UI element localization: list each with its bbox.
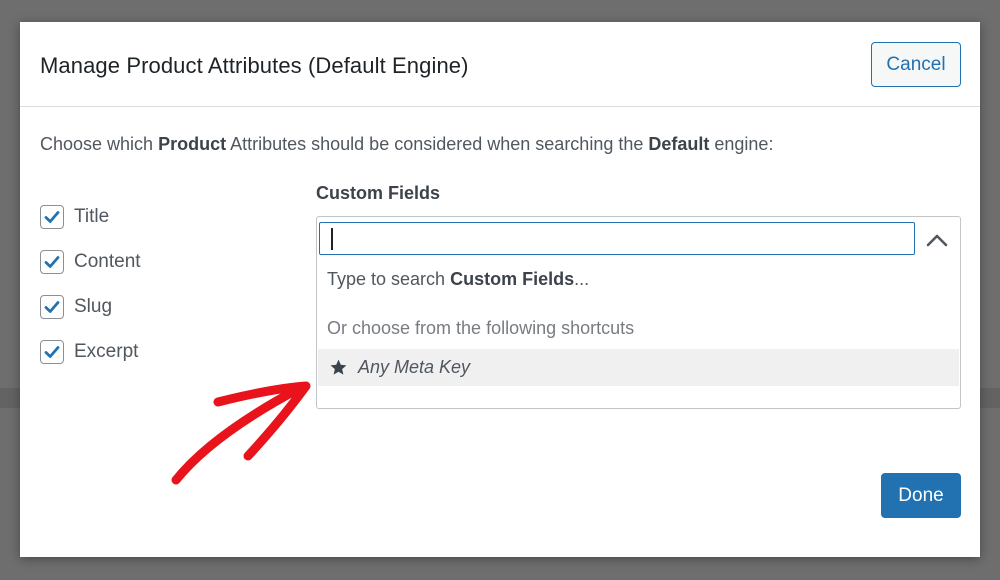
title-checkbox[interactable] <box>40 204 64 229</box>
modal-header: Manage Product Attributes (Default Engin… <box>20 22 980 107</box>
excerpt-checkbox[interactable] <box>40 339 64 364</box>
custom-fields-heading: Custom Fields <box>316 183 441 203</box>
cancel-button[interactable]: Cancel <box>871 42 961 87</box>
chevron-up-icon <box>926 234 948 247</box>
intro-suffix: engine: <box>709 134 774 154</box>
checkmark-icon <box>44 210 60 223</box>
modal-title: Manage Product Attributes (Default Engin… <box>40 53 469 78</box>
attribute-checkbox-list: Title Content Slug Excerpt <box>40 194 141 374</box>
intro-bold-default: Default <box>648 134 710 154</box>
attribute-content-option[interactable]: Content <box>40 239 141 284</box>
checkmark-icon <box>44 255 60 268</box>
search-hint: Type to search Custom Fields... <box>327 269 589 290</box>
hint-prefix: Type to search <box>327 269 451 289</box>
title-label: Title <box>74 205 110 227</box>
slug-checkbox[interactable] <box>40 294 64 319</box>
attribute-excerpt-option[interactable]: Excerpt <box>40 329 141 374</box>
content-checkbox[interactable] <box>40 249 64 274</box>
done-button[interactable]: Done <box>881 473 961 518</box>
custom-fields-search-input[interactable] <box>319 222 915 255</box>
intro-bold-product: Product <box>158 134 227 154</box>
content-label: Content <box>74 250 141 272</box>
manage-attributes-modal: Manage Product Attributes (Default Engin… <box>20 22 980 557</box>
checkmark-icon <box>44 300 60 313</box>
any-meta-key-label: Any Meta Key <box>358 357 471 377</box>
attribute-slug-option[interactable]: Slug <box>40 284 141 329</box>
dropdown-toggle[interactable] <box>922 225 952 255</box>
checkmark-icon <box>44 345 60 358</box>
any-meta-key-option[interactable]: Any Meta Key <box>318 349 959 386</box>
custom-fields-dropdown: Type to search Custom Fields... Or choos… <box>316 216 961 409</box>
slug-label: Slug <box>74 295 113 317</box>
hint-suffix: ... <box>574 269 590 289</box>
intro-prefix: Choose which <box>40 134 159 154</box>
star-icon <box>330 359 347 375</box>
excerpt-label: Excerpt <box>74 340 139 362</box>
text-cursor <box>331 228 333 250</box>
intro-text: Choose which Product Attributes should b… <box>40 134 773 155</box>
shortcuts-heading: Or choose from the following shortcuts <box>327 318 635 338</box>
intro-middle: Attributes should be considered when sea… <box>226 134 649 154</box>
hint-bold: Custom Fields <box>450 269 575 289</box>
attribute-title-option[interactable]: Title <box>40 194 141 239</box>
